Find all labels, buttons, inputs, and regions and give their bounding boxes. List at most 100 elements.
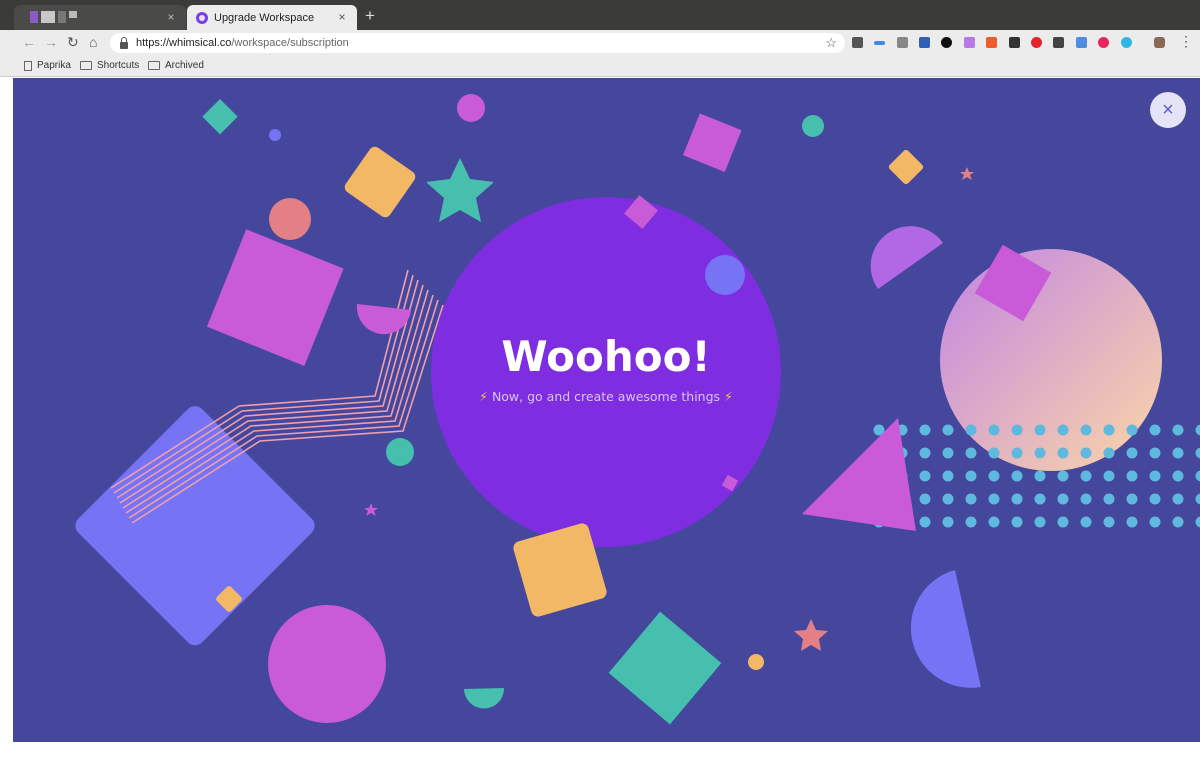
page-icon <box>24 60 32 71</box>
grid-dot <box>965 424 977 436</box>
magenta-half-disc <box>356 304 411 335</box>
grid-dot <box>919 493 931 505</box>
grid-dot <box>1103 447 1115 459</box>
grid-dot <box>965 516 977 528</box>
grid-dot <box>1195 447 1200 459</box>
grid-dot <box>1103 424 1115 436</box>
folder-icon <box>80 61 92 70</box>
lightning-icon: ⚡ <box>724 389 733 404</box>
extension-icon[interactable] <box>964 37 975 48</box>
home-icon[interactable]: ⌂ <box>89 34 97 50</box>
close-icon[interactable]: × <box>164 10 178 24</box>
grid-dot <box>988 447 1000 459</box>
grid-dot <box>1172 493 1184 505</box>
tiny-salmon-star <box>960 167 974 180</box>
grid-dot <box>1149 493 1161 505</box>
magenta-square-top <box>682 113 742 172</box>
grid-dot <box>1103 516 1115 528</box>
periwinkle-circle <box>705 255 745 295</box>
celebration-page: × Woohoo! ⚡ Now, go and create awesome t… <box>13 78 1200 742</box>
grid-dot <box>942 516 954 528</box>
back-icon[interactable]: ← <box>22 34 36 50</box>
grid-dot <box>1172 516 1184 528</box>
orange-square <box>344 146 416 218</box>
grid-dot <box>1011 516 1023 528</box>
extension-icon[interactable] <box>919 37 930 48</box>
grid-dot <box>988 516 1000 528</box>
lock-icon <box>120 36 128 49</box>
grid-dot <box>1080 516 1092 528</box>
grid-dot <box>942 493 954 505</box>
grid-dot <box>1034 516 1046 528</box>
tab-bar: × Upgrade Workspace × + <box>0 0 1200 30</box>
bookmarks-bar: Paprika Shortcuts Archived <box>0 55 1200 77</box>
subtitle-text: Now, go and create awesome things <box>491 389 721 404</box>
tab-upgrade-workspace[interactable]: Upgrade Workspace × <box>187 5 357 30</box>
grid-dot <box>942 424 954 436</box>
camera-icon[interactable] <box>897 37 908 48</box>
translate-icon[interactable] <box>1076 37 1087 48</box>
grid-dot <box>988 424 1000 436</box>
grid-dot <box>942 470 954 482</box>
buffer-icon[interactable] <box>1009 37 1020 48</box>
grid-dot <box>1057 424 1069 436</box>
grid-dot <box>919 424 931 436</box>
grid-dot <box>1080 424 1092 436</box>
close-modal-button[interactable]: × <box>1150 92 1186 128</box>
grid-dot <box>1195 424 1200 436</box>
browser-toolbar: ← → ↻ ⌂ https://whimsical.co/workspace/s… <box>0 30 1200 55</box>
extension-icon[interactable] <box>874 41 885 45</box>
new-tab-button[interactable]: + <box>365 6 375 26</box>
menu-icon[interactable]: ⋮ <box>1179 33 1193 50</box>
extension-icon[interactable] <box>1053 37 1064 48</box>
bookmark-shortcuts[interactable]: Shortcuts <box>80 60 139 71</box>
bookmark-label: Paprika <box>37 60 71 71</box>
url-host: https://whimsical.co <box>136 37 232 49</box>
grid-dot <box>1126 493 1138 505</box>
grid-dot <box>1011 447 1023 459</box>
extension-icon[interactable] <box>1121 37 1132 48</box>
forward-icon[interactable]: → <box>44 34 58 50</box>
teal-circle-top <box>802 115 824 137</box>
periwinkle-dot <box>269 129 281 141</box>
magenta-triangle <box>802 418 916 531</box>
close-icon[interactable]: × <box>335 10 349 24</box>
extension-icon[interactable] <box>986 37 997 48</box>
address-bar[interactable]: https://whimsical.co/workspace/subscript… <box>110 33 845 53</box>
extension-icon[interactable] <box>852 37 863 48</box>
small-magenta-star <box>364 503 378 516</box>
grid-dot <box>1172 424 1184 436</box>
extension-icon[interactable] <box>1098 37 1109 48</box>
tab-inactive[interactable]: × <box>14 5 186 30</box>
pinterest-icon[interactable] <box>1031 37 1042 48</box>
grid-dot <box>1011 493 1023 505</box>
page-title: Woohoo! <box>501 332 711 381</box>
bookmark-paprika[interactable]: Paprika <box>24 60 71 71</box>
grid-dot <box>1149 424 1161 436</box>
subtitle: ⚡ Now, go and create awesome things ⚡ <box>431 389 781 404</box>
bookmark-label: Archived <box>165 60 204 71</box>
grid-dot <box>919 447 931 459</box>
bookmark-star-icon[interactable]: ☆ <box>825 35 837 51</box>
bookmark-label: Shortcuts <box>97 60 140 71</box>
avatar[interactable] <box>1154 37 1165 48</box>
extension-icon[interactable] <box>941 37 952 48</box>
magenta-circle <box>457 94 485 122</box>
grid-dot <box>1195 493 1200 505</box>
folder-icon <box>148 61 160 70</box>
grid-dot <box>1057 470 1069 482</box>
teal-circle <box>386 438 414 466</box>
grid-dot <box>1126 424 1138 436</box>
teal-square-bottom <box>608 611 722 725</box>
orange-diamond <box>888 149 924 185</box>
grid-dot <box>1126 447 1138 459</box>
bookmark-archived[interactable]: Archived <box>148 60 204 71</box>
reload-icon[interactable]: ↻ <box>67 34 79 51</box>
grid-dot <box>1034 470 1046 482</box>
grid-dot <box>1080 493 1092 505</box>
magenta-square <box>206 229 344 366</box>
grid-dot <box>1057 447 1069 459</box>
teal-half-disc <box>464 688 505 709</box>
grid-dot <box>1195 516 1200 528</box>
grid-dot <box>1195 470 1200 482</box>
